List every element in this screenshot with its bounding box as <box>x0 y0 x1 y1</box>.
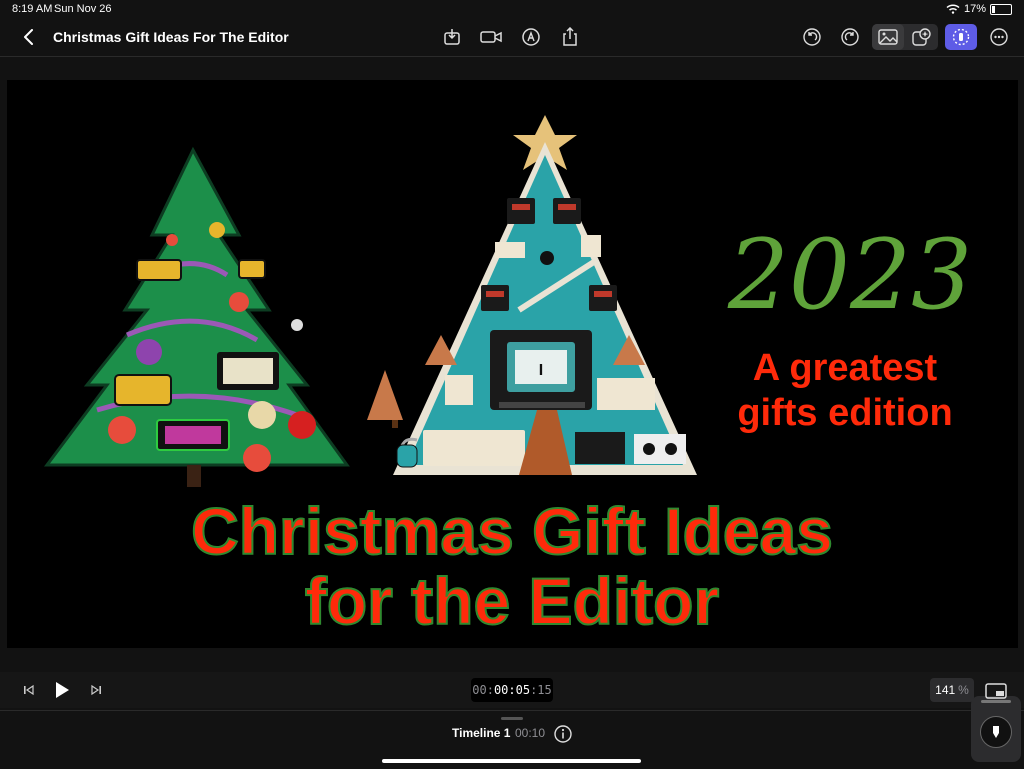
picture-in-picture-icon <box>985 683 1007 699</box>
status-bar: 8:19 AM Sun Nov 26 17% <box>0 0 1024 18</box>
undo-button[interactable] <box>799 24 825 50</box>
timeline-duration: 00:10 <box>515 726 546 740</box>
home-indicator[interactable] <box>382 759 641 763</box>
back-button[interactable] <box>18 26 40 48</box>
voiceover-icon <box>522 28 540 46</box>
redo-button[interactable] <box>837 24 863 50</box>
more-icon <box>990 28 1008 46</box>
undo-icon <box>803 28 821 46</box>
zoom-level-button[interactable]: 141% <box>930 678 974 702</box>
headline-line-2: for the Editor <box>305 564 719 638</box>
status-right: 17% <box>946 3 1012 15</box>
stickers-icon <box>912 28 931 46</box>
camera-icon <box>480 31 502 43</box>
more-button[interactable] <box>986 24 1012 50</box>
left-christmas-tree-image <box>44 146 350 487</box>
camera-button[interactable] <box>478 24 504 50</box>
jog-dial-icon[interactable] <box>980 716 1012 748</box>
battery-percent: 17% <box>963 3 986 15</box>
skip-back-button[interactable] <box>16 677 42 703</box>
battery-icon <box>990 3 1012 15</box>
info-icon <box>554 725 572 743</box>
wifi-icon <box>946 4 960 14</box>
timeline-name: Timeline 1 <box>452 726 511 740</box>
import-icon <box>444 29 460 45</box>
monitor-glyph: I <box>539 362 543 379</box>
stickers-button[interactable] <box>906 24 938 50</box>
zoom-unit: % <box>958 683 969 697</box>
share-icon <box>563 27 577 46</box>
subtitle-line-2: gifts edition <box>737 392 952 434</box>
timeline-drag-handle[interactable] <box>501 717 523 720</box>
redo-icon <box>841 28 859 46</box>
timecode-prefix: 00: <box>472 683 494 697</box>
timeline-info-button[interactable] <box>550 721 576 747</box>
timecode-main: 00:05 <box>493 683 531 697</box>
project-toolbar: Christmas Gift Ideas For The Editor <box>0 18 1024 57</box>
timecode-display: 00: 00:05:15 <box>471 678 553 702</box>
timecode-frames: :15 <box>530 683 552 697</box>
share-button[interactable] <box>557 24 583 50</box>
photo-icon <box>878 29 898 45</box>
thumbnail-frame: I 2023 A greatest gifts edition Christma… <box>44 115 972 639</box>
voiceover-button[interactable] <box>518 24 544 50</box>
back-icon <box>24 29 33 45</box>
import-button[interactable] <box>439 24 465 50</box>
status-date: Sun Nov 26 <box>54 3 112 15</box>
project-title: Christmas Gift Ideas For The Editor <box>53 29 289 45</box>
photo-browser-button[interactable] <box>872 24 904 50</box>
jog-dial-widget[interactable] <box>971 696 1021 762</box>
skip-back-icon <box>24 684 34 696</box>
zoom-value: 141 <box>935 683 956 697</box>
year-label: 2023 <box>727 219 972 331</box>
play-icon <box>56 682 69 698</box>
video-viewer[interactable]: I 2023 A greatest gifts edition Christma… <box>7 80 1018 648</box>
headline-line-1: Christmas Gift Ideas <box>191 494 833 568</box>
skip-forward-button[interactable] <box>83 677 109 703</box>
media-segment <box>872 24 938 50</box>
skip-forward-icon <box>91 684 101 696</box>
inspector-button[interactable] <box>945 24 977 50</box>
timeline-panel: Timeline 1 00:10 <box>0 710 1024 769</box>
transport-bar: 00: 00:05:15 <box>0 672 1024 708</box>
subtitle-line-1: A greatest <box>753 347 938 389</box>
viewer-options-button[interactable] <box>983 678 1009 704</box>
play-button[interactable] <box>49 677 75 703</box>
center-christmas-tree-image: I <box>367 115 697 475</box>
inspector-icon <box>952 28 970 46</box>
status-time: 8:19 AM <box>12 3 53 15</box>
